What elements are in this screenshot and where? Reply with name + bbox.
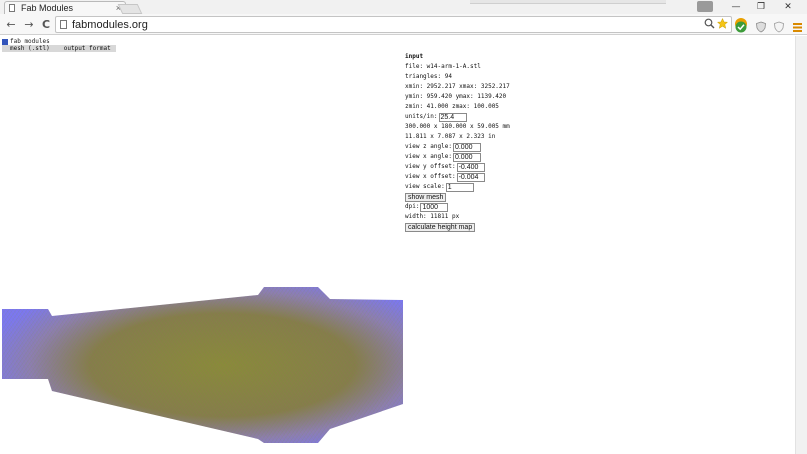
profile-icon[interactable]	[697, 1, 713, 12]
menu-icon[interactable]	[793, 18, 805, 32]
size-mm: 300.000 x 180.000 x 59.005 mm	[405, 123, 510, 130]
view-x-offset-input[interactable]: -0.004	[456, 172, 485, 182]
input-panel: input file: w14-arm-1-A.stl triangles: 9…	[405, 52, 575, 232]
page-scrollbar[interactable]	[795, 36, 807, 454]
file-info: file: w14-arm-1-A.stl	[405, 63, 481, 70]
units-label: units/in:	[405, 113, 438, 120]
zoom-icon[interactable]	[704, 18, 715, 29]
close-window-icon[interactable]: ✕	[777, 0, 799, 14]
view-y-offset-label: view y offset:	[405, 163, 456, 170]
view-z-angle-label: view z angle:	[405, 143, 452, 150]
triangle-count: triangles: 94	[405, 73, 452, 80]
bookmark-star-icon[interactable]	[717, 18, 728, 29]
extension-shield-icon[interactable]	[755, 18, 767, 33]
url-text[interactable]: fabmodules.org	[72, 19, 148, 31]
fab-logo-icon	[2, 38, 8, 45]
browser-toolbar: ← → C fabmodules.org	[0, 14, 807, 35]
app-title-text: fab modules	[10, 38, 50, 45]
browser-tab[interactable]: Fab Modules ×	[4, 1, 126, 14]
dpi-input[interactable]: 1000	[420, 202, 449, 212]
page-content: fab modules mesh (.stl) output format in…	[0, 36, 795, 454]
view-x-angle-input[interactable]: 0.000	[452, 152, 481, 162]
menu-mesh-stl[interactable]: mesh (.stl)	[2, 45, 56, 52]
width-info: width: 11811 px	[405, 213, 460, 220]
size-in: 11.811 x 7.087 x 2.323 in	[405, 133, 496, 140]
new-tab-button[interactable]	[117, 4, 143, 14]
input-heading: input	[405, 53, 424, 60]
reload-icon[interactable]: C	[39, 17, 53, 31]
z-range: zmin: 41.000 zmax: 100.005	[405, 103, 499, 110]
titlebar-strip	[470, 0, 666, 4]
module-menubar: mesh (.stl) output format	[2, 45, 116, 52]
show-mesh-button[interactable]: show mesh	[405, 192, 447, 202]
view-scale-row: view scale: 1	[405, 182, 575, 192]
forward-icon[interactable]: →	[22, 17, 36, 31]
back-icon[interactable]: ←	[4, 17, 18, 31]
view-x-angle-row: view x angle: 0.000	[405, 152, 575, 162]
view-x-offset-row: view x offset: -0.004	[405, 172, 575, 182]
view-z-angle-input[interactable]: 0.000	[452, 142, 481, 152]
browser-titlebar: Fab Modules × — ❐ ✕	[0, 0, 807, 14]
y-range: ymin: 959.420 ymax: 1139.420	[405, 93, 507, 100]
mesh-canvas[interactable]	[0, 254, 405, 454]
app-title: fab modules	[2, 38, 50, 45]
units-row: units/in: 25.4	[405, 112, 575, 122]
view-y-offset-input[interactable]: -0.400	[456, 162, 485, 172]
dpi-label: dpi:	[405, 203, 420, 210]
menu-output-format[interactable]: output format	[56, 45, 117, 52]
view-scale-label: view scale:	[405, 183, 445, 190]
calculate-height-map-button[interactable]: calculate height map	[405, 222, 476, 232]
view-y-offset-row: view y offset: -0.400	[405, 162, 575, 172]
calculate-row: calculate height map	[405, 222, 575, 232]
extension-heart-shield-icon[interactable]	[773, 18, 785, 33]
address-bar[interactable]: fabmodules.org	[55, 16, 732, 33]
show-mesh-row: show mesh	[405, 192, 575, 202]
page-icon	[60, 20, 67, 29]
arm-mesh-shape	[2, 287, 403, 443]
units-input[interactable]: 25.4	[438, 112, 467, 122]
minimize-icon[interactable]: —	[725, 0, 747, 14]
restore-icon[interactable]: ❐	[750, 0, 772, 14]
view-z-angle-row: view z angle: 0.000	[405, 142, 575, 152]
tab-title: Fab Modules	[21, 3, 74, 13]
extension-green-check-icon[interactable]	[735, 18, 747, 33]
dpi-row: dpi: 1000	[405, 202, 575, 212]
document-icon	[9, 4, 15, 12]
view-x-offset-label: view x offset:	[405, 173, 456, 180]
view-scale-input[interactable]: 1	[445, 182, 474, 192]
view-x-angle-label: view x angle:	[405, 153, 452, 160]
x-range: xmin: 2952.217 xmax: 3252.217	[405, 83, 510, 90]
